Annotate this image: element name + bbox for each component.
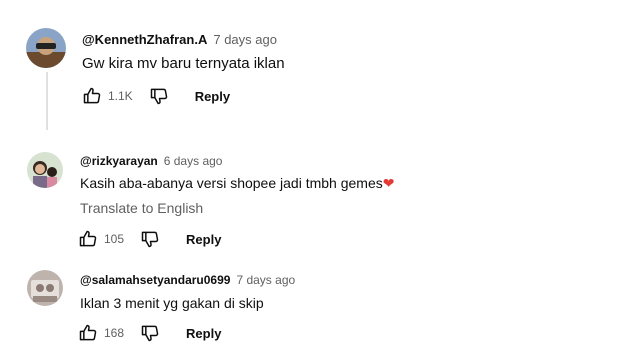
comment-author[interactable]: @salamahsetyandaru0699 (80, 273, 230, 287)
comment-author[interactable]: @rizkyarayan (80, 154, 158, 168)
avatar[interactable] (27, 152, 63, 188)
like-count: 1.1K (108, 89, 133, 103)
thumb-up-icon[interactable] (82, 86, 102, 106)
thumb-up-icon[interactable] (78, 229, 98, 249)
comment-actions: 1.1K Reply (82, 86, 230, 106)
thumb-down-icon[interactable] (149, 86, 169, 106)
comment-actions: 168 Reply (78, 323, 221, 343)
thumb-down-icon[interactable] (140, 323, 160, 343)
reply-button[interactable]: Reply (186, 326, 221, 341)
heart-emoji: ❤ (382, 175, 395, 191)
comment-actions: 105 Reply (78, 229, 221, 249)
like-count: 105 (104, 232, 125, 246)
reply-thread-line (46, 72, 48, 130)
translate-link[interactable]: Translate to English (80, 200, 203, 216)
comment-text: Iklan 3 menit yg gakan di skip (80, 295, 264, 311)
comment-text: Kasih aba-abanya versi shopee jadi tmbh … (80, 175, 394, 192)
thumb-up-icon[interactable] (78, 323, 98, 343)
comment-header: @rizkyarayan 6 days ago (80, 154, 222, 168)
comment-time[interactable]: 7 days ago (236, 273, 295, 287)
comment-text: Gw kira mv baru ternyata iklan (82, 55, 285, 72)
comment-author[interactable]: @KennethZhafran.A (82, 32, 207, 47)
comment-time[interactable]: 6 days ago (164, 154, 223, 168)
like-count: 168 (104, 326, 125, 340)
avatar[interactable] (27, 270, 63, 306)
avatar[interactable] (26, 28, 66, 68)
reply-button[interactable]: Reply (195, 89, 230, 104)
reply-button[interactable]: Reply (186, 232, 221, 247)
comment-time[interactable]: 7 days ago (213, 32, 277, 47)
comment-header: @KennethZhafran.A 7 days ago (82, 32, 277, 47)
comment-text-body: Kasih aba-abanya versi shopee jadi tmbh … (80, 175, 383, 191)
comment-header: @salamahsetyandaru0699 7 days ago (80, 273, 295, 287)
thumb-down-icon[interactable] (140, 229, 160, 249)
